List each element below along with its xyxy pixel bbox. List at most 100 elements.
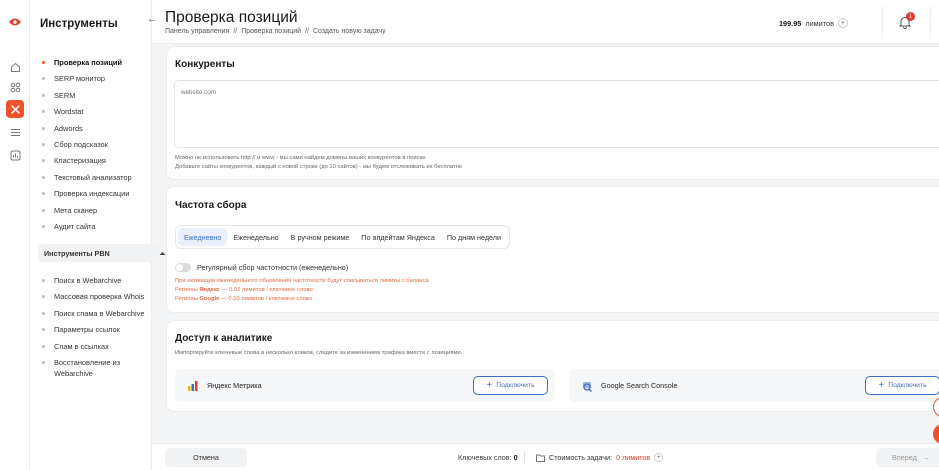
metrika-icon	[188, 381, 198, 391]
tools-icon[interactable]	[6, 100, 24, 118]
add-limits-icon[interactable]: +	[837, 18, 848, 28]
note-engine: Яндекс	[199, 287, 221, 293]
sidebar-item-label: SERM	[54, 90, 76, 100]
frequency-tabs: Ежедневно Еженедельно В ручном режиме По…	[175, 225, 510, 249]
footer-bar: Отмена Ключевых слов: 0 Стоимость задачи…	[152, 443, 939, 470]
bullet	[42, 142, 45, 146]
next-label: Вперед	[892, 453, 917, 462]
sidebar-item-label: Поиск спама в Webarchive	[54, 308, 145, 318]
sidebar-item-meta-scanner[interactable]: Мета сканер	[40, 206, 132, 222]
sidebar-item-restore-continued[interactable]: Webarchive	[40, 369, 144, 385]
sidebar-item-label: SERP монитор	[54, 74, 105, 84]
frequency-title: Частота сбора	[175, 200, 247, 211]
tab-manual[interactable]: В ручном режиме	[285, 228, 356, 246]
sidebar-item-link-params[interactable]: Параметры ссылок	[40, 325, 144, 341]
breadcrumb-separator: //	[233, 28, 238, 35]
sidebar-item-label: Проверка индексации	[54, 189, 130, 199]
button-label: Подключить	[496, 382, 535, 389]
cost-label: Стоимость задачи:	[549, 453, 613, 462]
notifications-button[interactable]: 1	[898, 12, 915, 30]
competitors-hint: Добавьте сайты конкурентов, каждый с нов…	[175, 164, 463, 170]
chevron-up-icon	[159, 251, 166, 255]
sidebar-item-webarchive-spam[interactable]: Поиск спама в Webarchive	[40, 309, 144, 325]
divider	[882, 6, 883, 38]
tab-weekly[interactable]: Еженедельно	[227, 228, 284, 246]
bullet	[42, 295, 45, 299]
bullet	[42, 192, 45, 196]
keywords-label: Ключевых слов:	[458, 453, 512, 462]
grid-icon[interactable]	[8, 80, 22, 94]
chart-icon[interactable]	[8, 148, 22, 162]
sidebar-item-site-audit[interactable]: Аудит сайта	[40, 222, 132, 238]
tab-weekdays[interactable]: По дням недели	[441, 228, 507, 246]
sidebar-item-label: Wordstat	[54, 107, 84, 117]
sidebar-item-adwords[interactable]: Adwords	[40, 124, 132, 140]
connect-metrika-button[interactable]: + Подключить	[473, 376, 548, 395]
analytics-title: Доступ к аналитике	[175, 333, 273, 344]
bullet	[42, 311, 45, 315]
competitors-title: Конкуренты	[175, 59, 235, 70]
sidebar-item-text-analyzer[interactable]: Текстовый анализатор	[40, 173, 132, 189]
breadcrumb-dashboard[interactable]: Панель управления	[165, 28, 229, 35]
connect-gsc-button[interactable]: + Подключить	[865, 376, 939, 395]
next-button[interactable]: Вперед →	[876, 448, 939, 467]
sidebar-item-label: Поиск в Webarchive	[54, 276, 122, 285]
sidebar-item-wordstat[interactable]: Wordstat	[40, 107, 132, 123]
pbn-section-toggle[interactable]: Инструменты PBN	[38, 244, 174, 262]
competitors-hint: Можно не использовать http:// и www - мы…	[175, 155, 427, 161]
competitors-input[interactable]	[174, 80, 939, 148]
sidebar-item-indexing[interactable]: Проверка индексации	[40, 189, 132, 205]
list-icon[interactable]	[8, 125, 22, 139]
sidebar-item-positions[interactable]: Проверка позиций	[40, 58, 132, 74]
bullet	[42, 208, 45, 212]
sidebar-item-suggestions[interactable]: Сбор подсказок	[40, 140, 132, 156]
add-limits-icon[interactable]: +	[654, 453, 664, 462]
sidebar-title: Инструменты	[40, 18, 118, 30]
sidebar-item-webarchive-search[interactable]: Поиск в Webarchive	[40, 276, 144, 292]
icon-rail	[0, 0, 30, 470]
arrow-right-icon: →	[922, 453, 930, 462]
google-cost-note: Регионы Google — 0.10 лимитов / ключевое…	[175, 296, 312, 302]
tab-daily[interactable]: Ежедневно	[178, 228, 228, 246]
plus-icon: +	[878, 379, 885, 391]
weekly-frequency-toggle[interactable]	[175, 263, 191, 272]
frequency-card: Частота сбора Ежедневно Еженедельно В ру…	[166, 186, 939, 313]
sidebar-item-label: Проверка позиций	[54, 58, 123, 67]
sidebar-item-label: Мета сканер	[54, 205, 98, 215]
breadcrumb: Панель управления//Проверка позиций//Соз…	[165, 28, 390, 35]
sidebar-item-restore[interactable]: Восстановление из	[40, 358, 144, 369]
logo-eye-icon[interactable]	[8, 17, 22, 27]
sidebar-item-label: Массовая проверка Whois	[54, 292, 145, 302]
note-prefix: Регионы	[175, 296, 200, 302]
sidebar-item-whois[interactable]: Массовая проверка Whois	[40, 292, 144, 308]
sidebar-item-serm[interactable]: SERM	[40, 91, 132, 107]
chat-circle-button[interactable]	[933, 424, 939, 444]
divider	[930, 6, 931, 38]
bullet	[42, 344, 45, 348]
cancel-button[interactable]: Отмена	[165, 448, 247, 467]
plus-icon: +	[486, 379, 493, 391]
sidebar-item-label: Сбор подсказок	[54, 139, 108, 149]
bullet	[42, 175, 45, 179]
home-icon[interactable]	[8, 60, 22, 74]
breadcrumb-separator: //	[305, 28, 309, 35]
back-arrow-icon[interactable]: ←	[147, 14, 157, 25]
folder-icon	[536, 454, 545, 462]
cost-unit: лимитов	[622, 453, 651, 462]
breadcrumb-positions[interactable]: Проверка позиций	[241, 28, 301, 35]
sidebar-item-link-spam[interactable]: Спам в ссылках	[40, 342, 144, 358]
sidebar-item-clustering[interactable]: Кластеризация	[40, 156, 132, 172]
cost-value: 0 лимитов	[616, 453, 650, 462]
button-label: Подключить	[888, 382, 927, 389]
sidebar-item-serp-monitor[interactable]: SERP монитор	[40, 74, 132, 90]
sidebar-item-label: Текстовый анализатор	[54, 172, 132, 182]
bullet	[42, 110, 45, 114]
cost-number: 0	[616, 453, 621, 462]
bullet	[42, 61, 45, 64]
service-google-search-console: Google Search Console + Подключить	[569, 369, 939, 402]
analytics-subtitle: Импортируйте ключевые слова в несколько …	[175, 350, 463, 356]
tab-yandex-updates[interactable]: По апдейтам Яндекса	[355, 228, 441, 246]
bullet	[42, 328, 45, 332]
note-suffix: — 0.10 лимитов / ключевое слово	[219, 296, 313, 302]
sidebar-item-label: Adwords	[54, 123, 83, 133]
